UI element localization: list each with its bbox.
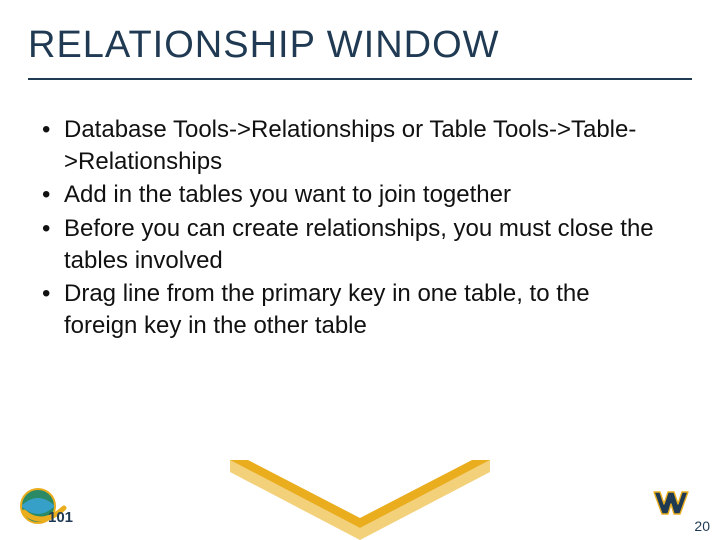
slide: RELATIONSHIP WINDOW Database Tools->Rela… <box>0 0 720 540</box>
list-item: Drag line from the primary key in one ta… <box>42 278 664 341</box>
bullet-list: Database Tools->Relationships or Table T… <box>42 114 664 344</box>
list-item: Add in the tables you want to join toget… <box>42 179 664 211</box>
page-number: 20 <box>694 518 710 534</box>
slide-footer: 101 20 <box>0 458 720 540</box>
e101-globe-icon: 101 <box>18 482 76 526</box>
title-underline <box>28 78 692 80</box>
wv-flying-logo-icon <box>652 488 692 518</box>
chevron-decoration <box>230 460 490 540</box>
list-item: Before you can create relationships, you… <box>42 213 664 276</box>
slide-title: RELATIONSHIP WINDOW <box>28 24 500 67</box>
svg-text:101: 101 <box>48 509 73 526</box>
list-item: Database Tools->Relationships or Table T… <box>42 114 664 177</box>
